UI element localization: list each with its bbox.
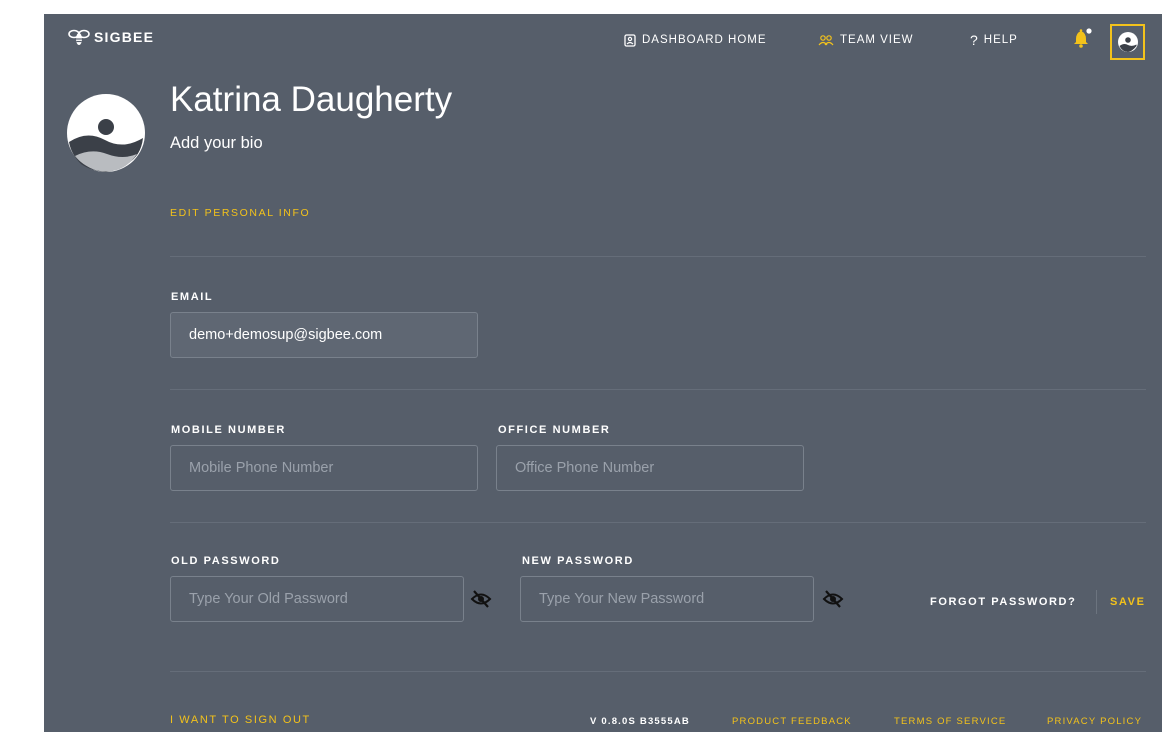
office-number-input[interactable]: Office Phone Number	[496, 445, 804, 491]
office-number-label: OFFICE NUMBER	[498, 424, 611, 436]
office-number-placeholder: Office Phone Number	[515, 460, 655, 476]
nav-team-view-label: TEAM VIEW	[840, 34, 914, 46]
new-password-input[interactable]: Type Your New Password	[520, 576, 814, 622]
logo-text: SIGBEE	[94, 29, 155, 45]
terms-of-service-link[interactable]: TERMS OF SERVICE	[894, 716, 1006, 727]
divider	[170, 256, 1146, 257]
product-feedback-link[interactable]: PRODUCT FEEDBACK	[732, 716, 852, 727]
divider	[170, 522, 1146, 523]
profile-name: Katrina Daugherty	[170, 80, 453, 119]
sigbee-logo[interactable]: SIGBEE	[68, 26, 154, 48]
new-password-label: NEW PASSWORD	[522, 555, 634, 567]
eye-off-icon	[822, 590, 844, 608]
separator	[1096, 590, 1097, 614]
profile-menu-button[interactable]	[1110, 24, 1145, 60]
bell-icon	[1074, 28, 1092, 48]
toggle-old-password-visibility[interactable]	[470, 589, 492, 609]
nav-dashboard-home[interactable]: DASHBOARD HOME	[624, 31, 767, 49]
new-password-placeholder: Type Your New Password	[539, 591, 705, 607]
notifications-button[interactable]	[1072, 27, 1094, 49]
forgot-password-link[interactable]: FORGOT PASSWORD?	[930, 596, 1076, 608]
eye-off-icon	[470, 590, 492, 608]
old-password-input[interactable]: Type Your Old Password	[170, 576, 464, 622]
mobile-number-input[interactable]: Mobile Phone Number	[170, 445, 478, 491]
toggle-new-password-visibility[interactable]	[822, 589, 844, 609]
old-password-label: OLD PASSWORD	[171, 555, 281, 567]
email-field[interactable]: demo+demosup@sigbee.com	[170, 312, 478, 358]
app-window: SIGBEE DASHBOARD HOME TEAM VIEW ? HELP K…	[44, 14, 1162, 732]
nav-help[interactable]: ? HELP	[970, 31, 1018, 49]
mobile-number-label: MOBILE NUMBER	[171, 424, 286, 436]
team-icon	[818, 35, 834, 46]
divider	[170, 389, 1146, 390]
edit-personal-info-link[interactable]: EDIT PERSONAL INFO	[170, 207, 310, 219]
divider	[170, 671, 1146, 672]
avatar-image-icon	[67, 94, 145, 172]
nav-dashboard-home-label: DASHBOARD HOME	[642, 34, 767, 46]
sign-out-link[interactable]: I WANT TO SIGN OUT	[170, 714, 311, 726]
nav-help-label: HELP	[983, 34, 1018, 46]
nav-team-view[interactable]: TEAM VIEW	[818, 31, 914, 49]
privacy-policy-link[interactable]: PRIVACY POLICY	[1047, 716, 1142, 727]
save-button[interactable]: SAVE	[1110, 596, 1146, 608]
version-label: V 0.8.0S B3555AB	[590, 716, 690, 727]
old-password-placeholder: Type Your Old Password	[189, 591, 348, 607]
bee-icon	[68, 29, 90, 45]
help-icon: ?	[970, 32, 978, 48]
profile-avatar-icon	[1117, 32, 1138, 52]
email-value: demo+demosup@sigbee.com	[189, 327, 383, 343]
add-bio-link[interactable]: Add your bio	[170, 134, 263, 153]
email-label: EMAIL	[171, 291, 214, 303]
profile-avatar[interactable]	[67, 94, 145, 172]
mobile-number-placeholder: Mobile Phone Number	[189, 460, 334, 476]
dashboard-icon	[624, 33, 636, 47]
